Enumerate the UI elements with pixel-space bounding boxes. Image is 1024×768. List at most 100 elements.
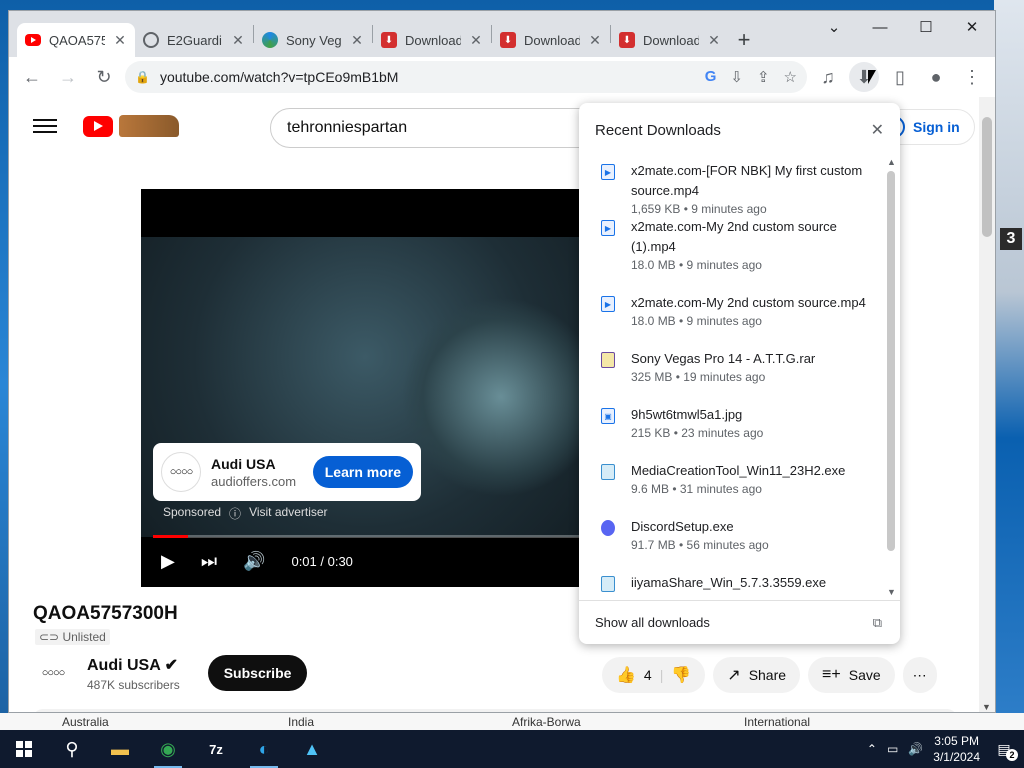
new-tab-button[interactable]: + [729, 23, 759, 57]
hamburger-menu-icon[interactable] [33, 119, 57, 133]
tab-sony-vegas[interactable]: Sony Vega ✕ [254, 23, 372, 57]
download-item[interactable]: iiyamaShare_Win_5.7.3.3559.exe [579, 569, 884, 597]
tab-search-icon[interactable]: ⌄ [811, 11, 857, 43]
reload-button[interactable]: ↻ [89, 62, 119, 92]
share-icon[interactable]: ⇪ [757, 68, 770, 86]
visit-advertiser-link[interactable]: Visit advertiser [249, 505, 327, 522]
youtube-logo[interactable] [83, 115, 113, 137]
downloads-footer[interactable]: Show all downloads ⧉ [579, 600, 900, 644]
scrollbar-thumb[interactable] [982, 117, 992, 237]
address-bar[interactable]: 🔒 youtube.com/watch?v=tpCEo9mB1bM G ⇩ ⇪ … [125, 61, 807, 93]
like-button[interactable]: 👍 4 | 👎 [602, 657, 706, 693]
start-button[interactable] [0, 730, 48, 768]
tab-e2guardian[interactable]: E2Guardi ✕ [135, 23, 253, 57]
next-icon[interactable]: ⏭ [201, 551, 217, 572]
close-icon[interactable]: ✕ [588, 32, 602, 49]
close-icon[interactable]: ✕ [707, 32, 721, 49]
close-icon[interactable]: ✕ [350, 32, 364, 49]
close-icon[interactable]: ✕ [871, 120, 884, 140]
close-icon[interactable]: ✕ [231, 32, 245, 49]
menu-kebab-icon[interactable]: ⋮ [957, 62, 987, 92]
download-item[interactable]: MediaCreationTool_Win11_23H2.exe 9.6 MB •… [579, 457, 884, 513]
network-icon[interactable]: ▭ [887, 742, 898, 756]
channel-name-row[interactable]: Audi USA ✔ [87, 655, 180, 675]
image-file-icon: ▣ [601, 408, 615, 424]
search-value[interactable]: tehronniespartan [287, 119, 407, 137]
unlisted-badge: ⊂⊃ Unlisted [35, 629, 110, 645]
notification-center-icon[interactable]: ▤ 2 [990, 737, 1018, 761]
download-item[interactable]: ▶ x2mate.com-[FOR NBK] My first custom s… [579, 157, 884, 216]
download-name[interactable]: x2mate.com-My 2nd custom source (1).mp4 [631, 217, 868, 257]
download-item[interactable]: DiscordSetup.exe 91.7 MB • 56 minutes ago [579, 513, 884, 569]
youtube-doodle[interactable] [119, 115, 179, 137]
video-file-icon: ▶ [601, 220, 615, 236]
share-button[interactable]: ↗ Share [713, 657, 801, 693]
chevron-up-icon[interactable]: ⌃ [867, 742, 877, 756]
speaker-icon[interactable]: 🔊 [908, 742, 923, 756]
bookmark-star-icon[interactable]: ☆ [784, 68, 797, 86]
ad-card[interactable]: ○○○○ Audi USA audioffers.com Learn more [153, 443, 421, 501]
file-explorer-icon[interactable]: ▬ [96, 730, 144, 768]
download-name[interactable]: iiyamaShare_Win_5.7.3.3559.exe [631, 573, 826, 593]
downloads-scrollbar-thumb[interactable] [887, 171, 895, 551]
show-all-downloads-link[interactable]: Show all downloads [595, 615, 710, 630]
profile-avatar-icon[interactable]: ● [921, 62, 951, 92]
download-name[interactable]: x2mate.com-My 2nd custom source.mp4 [631, 293, 866, 313]
learn-more-button[interactable]: Learn more [312, 456, 413, 488]
tab-title: Download [405, 32, 461, 48]
channel-avatar[interactable]: ○○○○ [33, 653, 73, 693]
download-item[interactable]: ▣ 9h5wt6tmwl5a1.jpg 215 KB • 23 minutes a… [579, 401, 884, 457]
download-name[interactable]: MediaCreationTool_Win11_23H2.exe [631, 461, 845, 481]
download-name[interactable]: Sony Vegas Pro 14 - A.T.T.G.rar [631, 349, 815, 369]
windows-taskbar: ⚲ ▬ ◉ 7z ◐ ▲ ⌃ ▭ 🔊 3:05 PM 3/1/2024 ▤ 2 [0, 730, 1024, 768]
search-icon[interactable]: ⚲ [48, 730, 96, 768]
close-icon[interactable]: ✕ [113, 32, 127, 49]
minimize-button[interactable]: — [857, 11, 903, 43]
scroll-down-arrow[interactable]: ▼ [982, 702, 991, 712]
chrome-icon[interactable]: ◉ [144, 730, 192, 768]
thumbs-down-icon[interactable]: 👎 [671, 665, 691, 685]
tab-download-2[interactable]: ⬇ Download ✕ [492, 23, 610, 57]
volume-icon[interactable]: 🔊 [243, 551, 265, 572]
download-name[interactable]: 9h5wt6tmwl5a1.jpg [631, 405, 763, 425]
more-actions-button[interactable]: ⋯ [902, 657, 937, 693]
scroll-up-arrow[interactable]: ▲ [887, 157, 896, 167]
tab-download-1[interactable]: ⬇ Download ✕ [373, 23, 491, 57]
search-input[interactable]: tehronniespartan [270, 108, 590, 148]
back-button[interactable]: ← [17, 62, 47, 92]
lock-icon[interactable]: 🔒 [135, 70, 150, 84]
media-controls-icon[interactable]: ♫ [813, 62, 843, 92]
download-item[interactable]: Sony Vegas Pro 14 - A.T.T.G.rar 325 MB • … [579, 345, 884, 401]
maximize-button[interactable]: ☐ [903, 11, 949, 43]
tab-youtube[interactable]: QAOA575 ✕ [17, 23, 135, 57]
install-app-icon[interactable]: ⇩ [730, 68, 743, 86]
subscribe-button[interactable]: Subscribe [207, 655, 308, 691]
close-icon[interactable]: ✕ [469, 32, 483, 49]
scroll-down-arrow[interactable]: ▼ [887, 587, 896, 597]
play-icon[interactable]: ▶ [161, 551, 175, 572]
video-file-icon: ▶ [601, 296, 615, 312]
side-panel-icon[interactable]: ▯ [885, 62, 915, 92]
tab-download-3[interactable]: ⬇ Download ✕ [611, 23, 729, 57]
7zip-icon[interactable]: 7z [192, 730, 240, 768]
forward-button[interactable]: → [53, 62, 83, 92]
downloads-scrollbar[interactable]: ▲ ▼ [884, 157, 898, 597]
download-item[interactable]: ▶ x2mate.com-My 2nd custom source.mp4 18.… [579, 289, 884, 345]
download-meta: 18.0 MB • 9 minutes ago [631, 314, 762, 328]
page-scrollbar[interactable]: ▼ [979, 97, 995, 712]
info-icon[interactable]: ⓘ [229, 505, 241, 522]
google-lens-icon[interactable]: G [705, 68, 717, 86]
close-window-button[interactable]: ✕ [949, 11, 995, 43]
exe-file-icon [601, 464, 615, 480]
clock[interactable]: 3:05 PM 3/1/2024 [933, 733, 980, 765]
download-name[interactable]: DiscordSetup.exe [631, 517, 769, 537]
open-external-icon[interactable]: ⧉ [873, 615, 882, 631]
download-item[interactable]: ▶ x2mate.com-My 2nd custom source (1).mp… [579, 213, 884, 289]
vegas-icon[interactable]: ▲ [288, 730, 336, 768]
download-name[interactable]: x2mate.com-[FOR NBK] My first custom sou… [631, 161, 868, 201]
ad-domain: audioffers.com [211, 473, 297, 489]
save-button[interactable]: ≡+ Save [808, 657, 895, 693]
channel-name[interactable]: Audi USA [87, 657, 160, 674]
edge-browser-icon[interactable]: ◐ [240, 730, 288, 768]
url-text[interactable]: youtube.com/watch?v=tpCEo9mB1bM [160, 69, 695, 85]
